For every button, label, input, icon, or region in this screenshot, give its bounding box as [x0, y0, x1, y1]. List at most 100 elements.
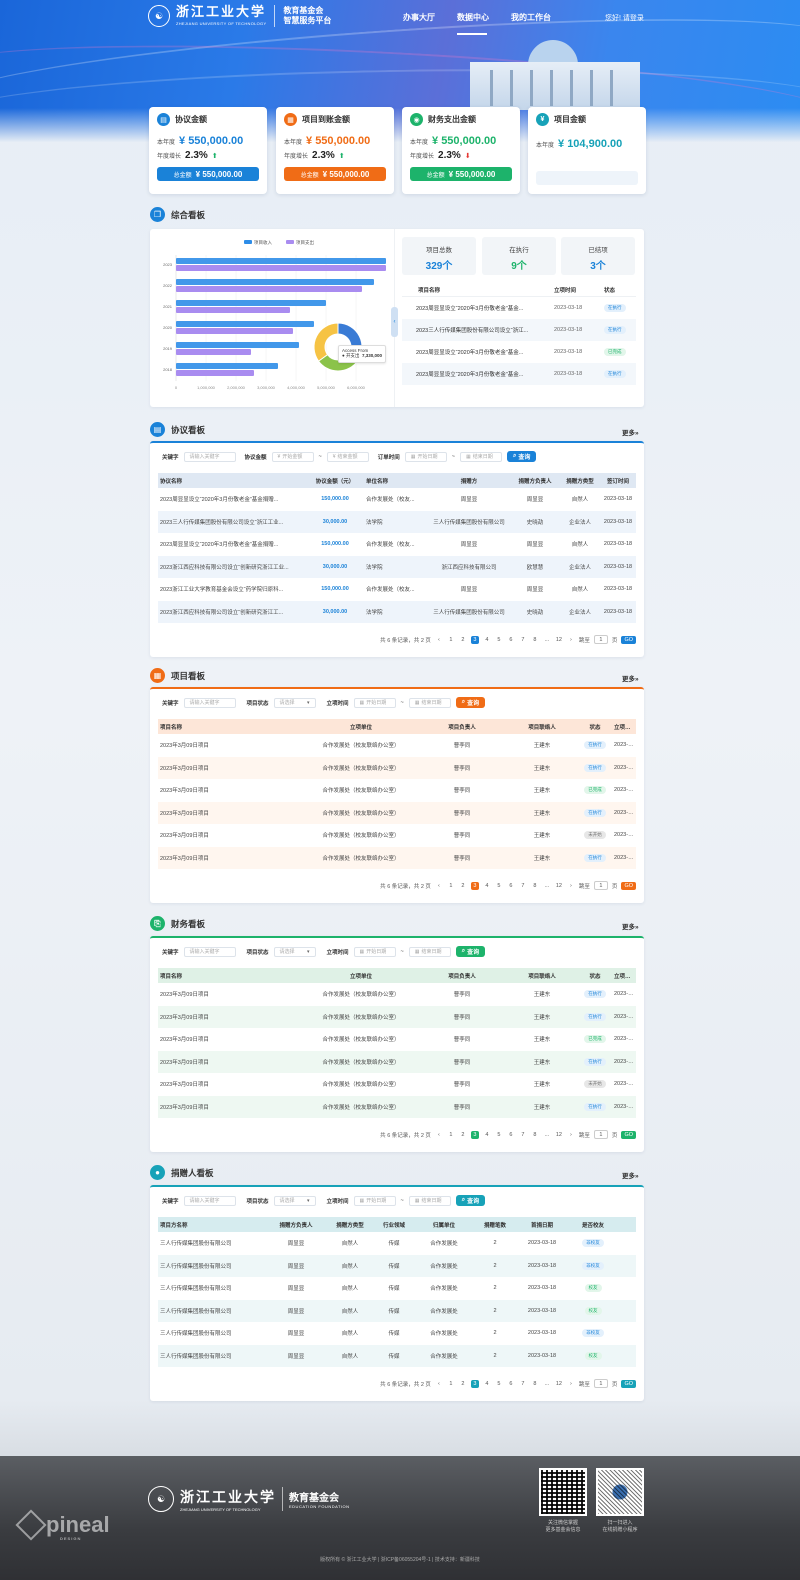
date-to-input[interactable]: ▦ 结束日期 — [408, 946, 451, 957]
table-row[interactable]: 2023周显显设立“2020年3月份敬老金”基金捐赠... 150,000.00 合… — [158, 488, 636, 511]
amount-from-input[interactable]: ¥ 开始金额 — [271, 451, 314, 462]
table-row[interactable]: 2023年3月09日项目 合作发展处（校友联络办公室） 曹李同 王建东 未开始 2023-… — [158, 824, 636, 847]
page-number[interactable]: 1 — [447, 883, 455, 889]
date-to-input[interactable]: ▦ 结束日期 — [408, 697, 451, 708]
next-page-button[interactable]: › — [567, 1381, 575, 1387]
page-number[interactable]: 7 — [519, 883, 527, 889]
page-number[interactable]: 1 — [447, 1381, 455, 1387]
page-number[interactable]: 2 — [459, 883, 467, 889]
page-number[interactable]: 6 — [507, 1132, 515, 1138]
next-page-button[interactable]: › — [567, 883, 575, 889]
next-page-button[interactable]: › — [567, 637, 575, 643]
table-row[interactable]: 2023年3月09日项目 合作发展处（校友联络办公室） 曹李同 王建东 在执行 2023-… — [158, 846, 636, 869]
date-to-input[interactable]: ▦ 结束日期 — [459, 451, 502, 462]
keyword-input[interactable]: 请输入关键字 — [183, 451, 236, 462]
date-from-input[interactable]: ▦ 开始日期 — [353, 697, 396, 708]
keyword-input[interactable]: 请输入关键字 — [183, 697, 236, 708]
page-number[interactable]: 5 — [495, 1132, 503, 1138]
page-number[interactable]: 12 — [555, 637, 563, 643]
table-row[interactable]: 2023三人行传媒集团股份有限公司设立“浙江工业... 30,000.00 法学院 三… — [158, 510, 636, 533]
query-button[interactable]: ⌕ 查询 — [455, 697, 486, 708]
prev-page-button[interactable]: ‹ — [435, 883, 443, 889]
page-number[interactable]: 8 — [531, 883, 539, 889]
go-button[interactable]: GO — [621, 635, 636, 644]
list-item[interactable]: 2023周显显设立“2020年3月份敬老金”基金... 2023-03-18 在执行 — [402, 363, 636, 385]
page-number[interactable]: 3 — [470, 1130, 479, 1139]
collapse-handle[interactable]: ‹ — [391, 307, 398, 337]
page-number[interactable]: 6 — [507, 883, 515, 889]
table-row[interactable]: 2023年3月09日项目 合作发展处（校友联络办公室） 曹李同 王建东 在执行 2023-… — [158, 756, 636, 779]
page-number[interactable]: 5 — [495, 1381, 503, 1387]
page-number[interactable]: 6 — [507, 1381, 515, 1387]
project-more-link[interactable]: 更多» — [622, 673, 639, 683]
table-row[interactable]: 2023浙江工业大学教育基金会设立“药学院归原科... 150,000.00 合作发… — [158, 578, 636, 601]
nav-item-workbench[interactable]: 我的工作台 — [511, 12, 565, 36]
page-number[interactable]: 3 — [470, 635, 479, 644]
goto-page-input[interactable]: 1 — [593, 635, 608, 644]
query-button[interactable]: ⌕ 查询 — [455, 946, 486, 957]
keyword-input[interactable]: 请输入关键字 — [183, 946, 236, 957]
page-number[interactable]: 8 — [531, 1381, 539, 1387]
table-row[interactable]: 2023年3月09日项目 合作发展处（校友联络办公室） 曹李同 王建东 在执行 2023-… — [158, 801, 636, 824]
table-row[interactable]: 2023年3月09日项目 合作发展处（校友联络办公室） 曹李同 王建东 已完成 2023-… — [158, 1028, 636, 1051]
finance-more-link[interactable]: 更多» — [622, 921, 639, 931]
query-button[interactable]: ⌕ 查询 — [455, 1195, 486, 1206]
date-from-input[interactable]: ▦ 开始日期 — [353, 946, 396, 957]
table-row[interactable]: 2023年3月09日项目 合作发展处（校友联络办公室） 曹李同 王建东 已完成 2023-… — [158, 779, 636, 802]
amount-to-input[interactable]: ¥ 结束金额 — [326, 451, 369, 462]
page-number[interactable]: 2 — [459, 1132, 467, 1138]
page-number[interactable]: 4 — [483, 883, 491, 889]
date-to-input[interactable]: ▦ 结束日期 — [408, 1195, 451, 1206]
agreement-more-link[interactable]: 更多» — [622, 427, 639, 437]
go-button[interactable]: GO — [621, 881, 636, 890]
goto-page-input[interactable]: 1 — [593, 1130, 608, 1139]
page-number[interactable]: 7 — [519, 1381, 527, 1387]
list-item[interactable]: 2023周显显设立“2020年3月份敬老金”基金... 2023-03-18 在执行 — [402, 297, 636, 319]
page-number[interactable]: 4 — [483, 1381, 491, 1387]
table-row[interactable]: 三人行传媒集团股份有限公司 周显显 自然人 传媒 合作发展处 2 2023-03-18 校友 — [158, 1277, 636, 1300]
table-row[interactable]: 2023年3月09日项目 合作发展处（校友联络办公室） 曹李同 王建东 在执行 2023-… — [158, 983, 636, 1006]
page-number[interactable]: 3 — [470, 881, 479, 890]
table-row[interactable]: 三人行传媒集团股份有限公司 周显显 自然人 传媒 合作发展处 2 2023-03-18 校友 — [158, 1344, 636, 1367]
page-number[interactable]: 6 — [507, 637, 515, 643]
query-button[interactable]: ⌕ 查询 — [506, 451, 537, 462]
table-row[interactable]: 2023周显显设立“2020年3月份敬老金”基金捐赠... 150,000.00 合… — [158, 533, 636, 556]
go-button[interactable]: GO — [621, 1379, 636, 1388]
goto-page-input[interactable]: 1 — [593, 881, 608, 890]
prev-page-button[interactable]: ‹ — [435, 1132, 443, 1138]
table-row[interactable]: 三人行传媒集团股份有限公司 周显显 自然人 传媒 合作发展处 2 2023-03-18 校友 — [158, 1299, 636, 1322]
next-page-button[interactable]: › — [567, 1132, 575, 1138]
page-number[interactable]: 1 — [447, 637, 455, 643]
table-row[interactable]: 2023年3月09日项目 合作发展处（校友联络办公室） 曹李同 王建东 在执行 2023-… — [158, 1005, 636, 1028]
page-number[interactable]: 8 — [531, 1132, 539, 1138]
page-number[interactable]: 3 — [470, 1379, 479, 1388]
prev-page-button[interactable]: ‹ — [435, 1381, 443, 1387]
page-number[interactable]: 8 — [531, 637, 539, 643]
login-link[interactable]: 您好! 请登录 — [605, 13, 644, 23]
table-row[interactable]: 三人行传媒集团股份有限公司 周显显 自然人 传媒 合作发展处 2 2023-03-18 非校友 — [158, 1254, 636, 1277]
donor-more-link[interactable]: 更多» — [622, 1170, 639, 1180]
table-row[interactable]: 2023浙江西应科技有限公司设立“创新研究浙江工... 30,000.00 法学院 三… — [158, 600, 636, 623]
page-number[interactable]: 7 — [519, 637, 527, 643]
status-select[interactable]: 请选择 ▾ — [273, 946, 316, 957]
page-number[interactable]: 7 — [519, 1132, 527, 1138]
page-number[interactable]: 12 — [555, 883, 563, 889]
page-number[interactable]: 2 — [459, 637, 467, 643]
page-number[interactable]: 4 — [483, 637, 491, 643]
page-number[interactable]: 5 — [495, 637, 503, 643]
prev-page-button[interactable]: ‹ — [435, 637, 443, 643]
status-select[interactable]: 请选择 ▾ — [273, 1195, 316, 1206]
nav-item-hall[interactable]: 办事大厅 — [403, 12, 457, 36]
page-number[interactable]: 1 — [447, 1132, 455, 1138]
table-row[interactable]: 三人行传媒集团股份有限公司 周显显 自然人 传媒 合作发展处 2 2023-03-18 非校友 — [158, 1322, 636, 1345]
keyword-input[interactable]: 请输入关键字 — [183, 1195, 236, 1206]
nav-item-data-center[interactable]: 数据中心 — [457, 12, 511, 36]
table-row[interactable]: 2023浙江西应科技有限公司设立“创新研究浙江工业... 30,000.00 法学院… — [158, 555, 636, 578]
site-logo[interactable]: ☯ 浙江工业大学 ZHEJIANG UNIVERSITY OF TECHNOLO… — [148, 5, 331, 27]
list-item[interactable]: 2023周显显设立“2020年3月份敬老金”基金... 2023-03-18 已完成 — [402, 341, 636, 363]
table-row[interactable]: 2023年3月09日项目 合作发展处（校友联络办公室） 曹李同 王建东 在执行 2023-… — [158, 1050, 636, 1073]
page-number[interactable]: 5 — [495, 883, 503, 889]
date-from-input[interactable]: ▦ 开始日期 — [404, 451, 447, 462]
table-row[interactable]: 2023年3月09日项目 合作发展处（校友联络办公室） 曹李同 王建东 在执行 2023-… — [158, 734, 636, 757]
go-button[interactable]: GO — [621, 1130, 636, 1139]
